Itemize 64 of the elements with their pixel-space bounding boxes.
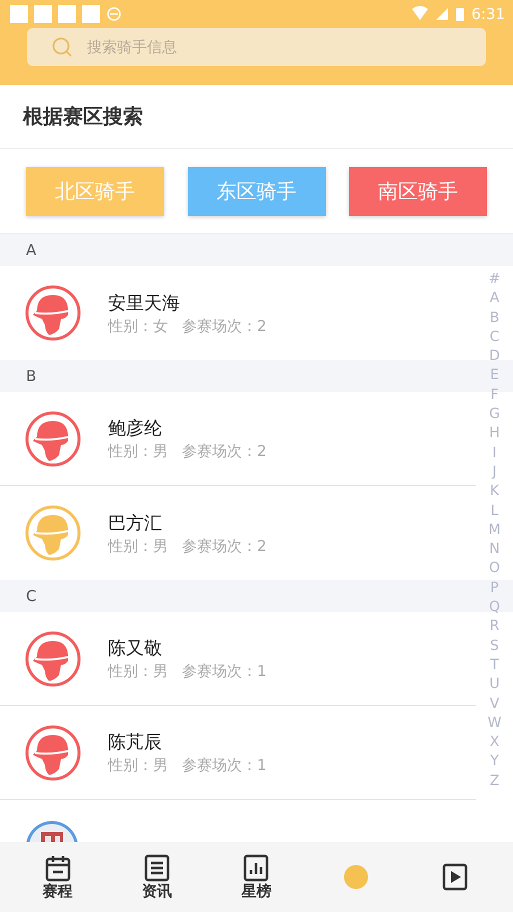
index-letter[interactable]: M xyxy=(488,520,501,540)
index-letter[interactable]: F xyxy=(490,386,499,406)
tab-item[interactable]: 星榜 xyxy=(226,854,286,900)
search-field[interactable]: 搜索骑手信息 xyxy=(27,28,486,66)
index-letter[interactable]: U xyxy=(489,675,500,695)
index-letter[interactable]: S xyxy=(490,636,499,656)
index-letter[interactable]: B xyxy=(490,308,500,328)
rider-match-count: 参赛场次：1 xyxy=(182,662,267,681)
section-title: 根据赛区搜索 xyxy=(0,85,513,149)
rider-match-count: 参赛场次：2 xyxy=(182,442,267,461)
index-letter[interactable]: N xyxy=(489,540,500,560)
rider-match-count: 参赛场次：2 xyxy=(182,536,267,556)
rider-match-count: 参赛场次：1 xyxy=(182,756,267,775)
notification-icon xyxy=(34,5,52,23)
notification-icon xyxy=(10,5,28,23)
index-letter[interactable]: E xyxy=(490,366,499,386)
index-letter[interactable]: O xyxy=(488,559,500,579)
index-letter[interactable]: Z xyxy=(490,772,500,792)
index-letter[interactable]: C xyxy=(490,328,500,348)
rider-gender: 性别：男 xyxy=(108,442,168,461)
index-letter[interactable]: H xyxy=(489,424,500,444)
region-button[interactable]: 南区骑手 xyxy=(349,166,487,216)
sun-icon xyxy=(342,863,370,891)
index-letter[interactable]: V xyxy=(490,694,500,714)
index-letter[interactable]: P xyxy=(490,578,499,598)
play-icon xyxy=(441,863,470,891)
rider-match-count: 参赛场次：2 xyxy=(182,316,267,336)
region-button[interactable]: 东区骑手 xyxy=(188,166,326,216)
index-letter[interactable]: R xyxy=(490,617,500,637)
notification-icon xyxy=(58,5,76,23)
rider-gender: 性别：男 xyxy=(108,662,168,681)
rider-gender: 性别：男 xyxy=(108,756,168,775)
index-letter[interactable]: # xyxy=(488,270,500,290)
index-letter[interactable]: W xyxy=(488,714,502,734)
list-icon xyxy=(143,854,172,882)
index-letter[interactable]: Q xyxy=(488,598,500,618)
tab-item[interactable]: 资讯 xyxy=(127,854,188,900)
tab-item[interactable]: 赛程 xyxy=(28,854,88,900)
rider-name: 陈又敬 xyxy=(108,637,163,660)
calendar-icon xyxy=(44,854,72,882)
wifi-icon xyxy=(411,6,430,22)
rider-name: 鲍彦纶 xyxy=(108,417,163,440)
status-time: 6:31 xyxy=(471,5,505,23)
region-button[interactable]: 北区骑手 xyxy=(26,166,164,216)
index-letter[interactable]: L xyxy=(490,502,498,521)
index-letter[interactable]: T xyxy=(490,656,499,676)
bar-chart-icon xyxy=(242,854,270,882)
signal-icon xyxy=(435,7,450,21)
rider-name: 陈芃辰 xyxy=(108,731,163,754)
index-letter[interactable]: K xyxy=(490,482,500,502)
group-header: A xyxy=(0,234,513,266)
index-letter[interactable]: J xyxy=(492,462,497,482)
notification-icon xyxy=(82,5,100,23)
index-letter[interactable]: Y xyxy=(490,752,499,772)
battery-icon xyxy=(455,6,466,22)
rider-name: 巴方汇 xyxy=(108,512,163,534)
index-letter[interactable]: X xyxy=(490,733,500,752)
rider-gender: 性别：男 xyxy=(108,536,168,556)
index-letter[interactable]: D xyxy=(489,347,500,366)
index-letter[interactable]: I xyxy=(492,444,497,463)
rider-name: 安里天海 xyxy=(108,292,181,314)
index-letter[interactable]: G xyxy=(489,405,500,424)
rider-gender: 性别：女 xyxy=(108,316,168,336)
index-letter[interactable]: A xyxy=(490,289,500,309)
